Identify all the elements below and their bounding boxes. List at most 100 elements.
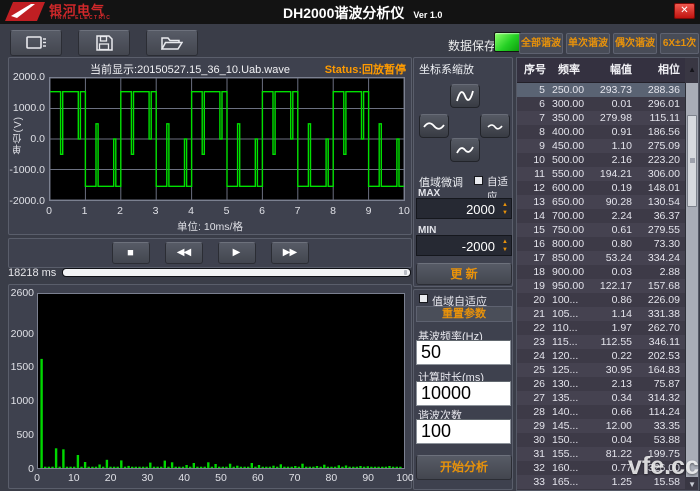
table-cell: 202.53	[647, 350, 680, 362]
playback-progress-slider[interactable]	[62, 268, 411, 277]
spectrum-x-tick: 10	[67, 472, 80, 484]
table-cell: 293.73	[599, 84, 632, 96]
reset-params-button[interactable]: 重置参数	[416, 306, 512, 322]
table-row[interactable]: 27 135... 0.34 314.32	[517, 391, 685, 405]
col-header-index: 序号	[524, 64, 546, 76]
max-spinner[interactable]: 2000 ▲ ▼	[416, 198, 512, 219]
update-button[interactable]: 更 新	[416, 263, 512, 285]
close-button[interactable]: ✕	[674, 3, 695, 19]
table-row[interactable]: 21 105... 1.14 331.38	[517, 307, 685, 321]
calc-duration-input[interactable]: 10000	[416, 381, 511, 406]
spectrum-x-tick: 60	[251, 472, 264, 484]
table-row[interactable]: 16 800.00 0.80 73.30	[517, 237, 685, 251]
watermark: vfe.cc	[628, 452, 699, 480]
spectrum-plot	[37, 293, 405, 469]
save-button[interactable]	[78, 30, 130, 56]
table-cell: 2.16	[611, 154, 632, 166]
table-row[interactable]: 26 130... 2.13 75.87	[517, 377, 685, 391]
table-cell: 500.00	[552, 154, 585, 166]
table-cell: 32	[533, 462, 545, 474]
zoom-y-expand-button[interactable]	[450, 84, 480, 108]
play-button[interactable]: ▶	[217, 242, 256, 264]
value-adaptive-checkbox[interactable]	[419, 294, 428, 303]
table-row[interactable]: 22 110... 1.97 262.70	[517, 321, 685, 335]
table-row[interactable]: 7 350.00 279.98 115.11	[517, 111, 685, 125]
table-body: 5 250.00 293.73 288.36 6 300.00 0.01 296.01 7 350…	[517, 83, 685, 490]
table-scrollbar[interactable]	[685, 83, 698, 477]
scroll-down-icon[interactable]: ▼	[688, 480, 696, 489]
min-value: -2000	[461, 239, 495, 254]
spectrum-x-tick: 90	[362, 472, 375, 484]
table-cell: 550.00	[552, 168, 585, 180]
tab-6x1-harmonics[interactable]: 6X±1次	[660, 33, 699, 54]
spin-up-icon[interactable]: ▲	[502, 201, 508, 209]
table-cell: 750.00	[552, 224, 585, 236]
table-cell: 105...	[552, 308, 579, 320]
table-row[interactable]: 30 150... 0.04 53.88	[517, 433, 685, 447]
data-save-led-button[interactable]	[494, 32, 521, 52]
zoom-y-shrink-button[interactable]	[450, 138, 480, 162]
tab-all-harmonics[interactable]: 全部谐波	[519, 33, 563, 54]
wave-y-tick: -1000.0	[9, 164, 45, 176]
table-row[interactable]: 11 550.00 194.21 306.00	[517, 167, 685, 181]
table-cell: 30.95	[605, 364, 632, 376]
table-row[interactable]: 6 300.00 0.01 296.01	[517, 97, 685, 111]
table-row[interactable]: 25 125... 30.95 164.83	[517, 363, 685, 377]
table-cell: 130.54	[647, 196, 680, 208]
scroll-up-icon[interactable]: ▲	[688, 65, 696, 74]
table-row[interactable]: 19 950.00 122.17 157.68	[517, 279, 685, 293]
table-row[interactable]: 28 140... 0.66 114.24	[517, 405, 685, 419]
range-adaptive-checkbox[interactable]	[474, 176, 483, 185]
start-analysis-button[interactable]: 开始分析	[416, 455, 512, 480]
stop-button[interactable]: ■	[111, 242, 150, 264]
table-cell: 18	[533, 266, 545, 278]
analysis-panel: 值域自适应 重置参数 基波频率(Hz) 50 计算时长(ms) 10000 谐波…	[413, 289, 513, 490]
spin-down-icon[interactable]: ▼	[502, 246, 508, 254]
scrollbar-thumb[interactable]	[687, 115, 697, 207]
table-row[interactable]: 5 250.00 293.73 288.36	[517, 83, 685, 97]
zoom-x-shrink-button[interactable]	[480, 114, 510, 138]
table-cell: 73.30	[653, 238, 680, 250]
capture-button[interactable]	[10, 30, 62, 56]
zoom-x-expand-button[interactable]	[419, 114, 449, 138]
spectrum-y-tick: 1500	[10, 361, 34, 374]
table-row[interactable]: 20 100... 0.86 226.09	[517, 293, 685, 307]
table-row[interactable]: 17 850.00 53.24 334.24	[517, 251, 685, 265]
table-row[interactable]: 9 450.00 1.10 275.09	[517, 139, 685, 153]
table-cell: 140...	[552, 406, 579, 418]
rewind-button[interactable]: ◀◀	[164, 242, 203, 264]
sine-icon	[456, 146, 474, 154]
table-cell: 120...	[552, 350, 579, 362]
table-cell: 1.14	[611, 308, 632, 320]
table-cell: 13	[533, 196, 545, 208]
table-cell: 100...	[552, 294, 579, 306]
table-cell: 36.37	[653, 210, 680, 222]
tab-even-harmonics[interactable]: 偶次谐波	[613, 33, 657, 54]
table-cell: 114.24	[648, 406, 680, 418]
table-row[interactable]: 13 650.00 90.28 130.54	[517, 195, 685, 209]
table-row[interactable]: 8 400.00 0.91 186.56	[517, 125, 685, 139]
table-row[interactable]: 18 900.00 0.03 2.88	[517, 265, 685, 279]
spin-up-icon[interactable]: ▲	[502, 238, 508, 246]
table-cell: 314.32	[647, 392, 680, 404]
table-cell: 900.00	[552, 266, 585, 278]
table-row[interactable]: 29 145... 12.00 33.35	[517, 419, 685, 433]
spin-down-icon[interactable]: ▼	[502, 209, 508, 217]
spectrum-x-tick: 80	[325, 472, 338, 484]
tab-single-harmonic[interactable]: 单次谐波	[566, 33, 610, 54]
fundamental-freq-input[interactable]: 50	[416, 340, 511, 365]
table-cell: 450.00	[552, 140, 585, 152]
open-file-button[interactable]	[146, 30, 198, 56]
table-cell: 12.00	[605, 420, 632, 432]
table-row[interactable]: 24 120... 0.22 202.53	[517, 349, 685, 363]
table-row[interactable]: 12 600.00 0.19 148.01	[517, 181, 685, 195]
table-row[interactable]: 14 700.00 2.24 36.37	[517, 209, 685, 223]
table-cell: 650.00	[552, 196, 585, 208]
table-row[interactable]: 10 500.00 2.16 223.20	[517, 153, 685, 167]
table-row[interactable]: 23 115... 112.55 346.11	[517, 335, 685, 349]
table-row[interactable]: 15 750.00 0.61 279.55	[517, 223, 685, 237]
min-spinner[interactable]: -2000 ▲ ▼	[416, 235, 512, 256]
fast-forward-button[interactable]: ▶▶	[270, 242, 309, 264]
wave-y-tick: 2000.0	[12, 71, 45, 83]
harmonic-order-input[interactable]: 100	[416, 419, 511, 444]
